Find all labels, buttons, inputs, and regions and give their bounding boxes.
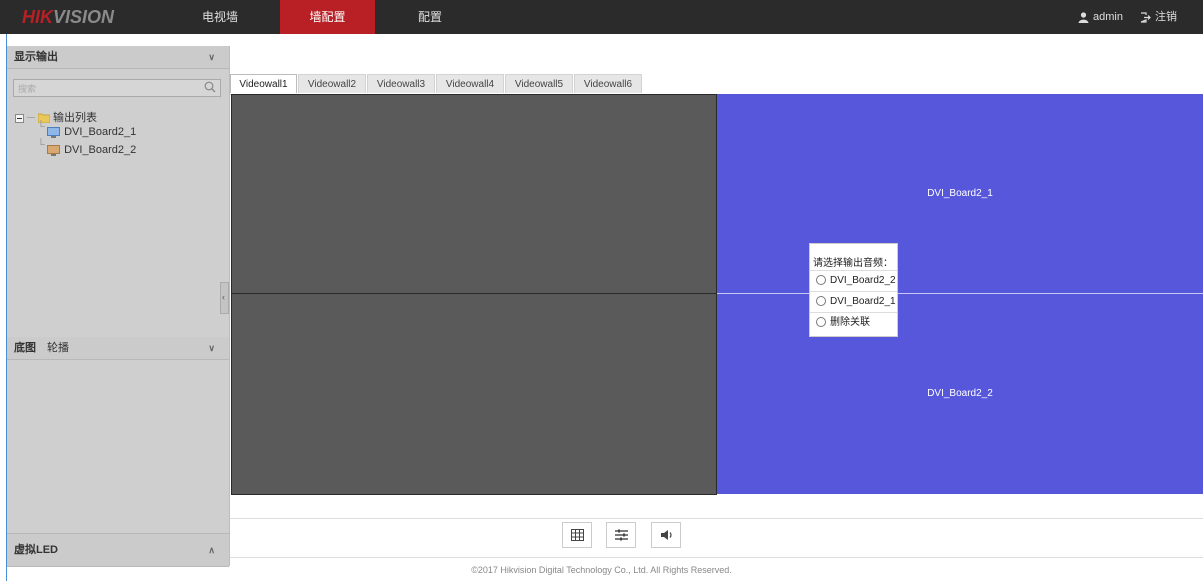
chevron-left-icon[interactable]: ‹ [222,292,225,302]
radio-button[interactable] [816,275,826,286]
output-panel-title: 显示输出 [14,51,58,63]
tab-videowall6[interactable]: Videowall6 [574,74,642,93]
tree-root-label: 输出列表 [52,112,97,124]
audio-option-dvi-board2-2[interactable]: DVI_Board2_2 [810,270,897,291]
tree-root[interactable]: ─ 输出列表 [15,109,97,125]
audio-button[interactable] [651,522,681,548]
output-icon [47,126,60,138]
tab-videowall5[interactable]: Videowall5 [505,74,573,93]
tree-item-label: DVI_Board2_2 [64,144,137,156]
wall-screen-top-right[interactable]: DVI_Board2_1 [717,94,1203,293]
wall-screen-bottom-right[interactable]: DVI_Board2_2 [717,294,1203,494]
radio-button[interactable] [816,296,826,307]
option-label: DVI_Board2_1 [830,296,896,307]
tree-item-dvi-board2-1[interactable]: └ DVI_Board2_1 [37,121,137,138]
nav-wall-config[interactable]: 墙配置 [280,0,375,34]
audio-option-remove-link[interactable]: 删除关联 [810,312,897,333]
grid-icon [571,529,584,541]
logout-icon [1140,11,1151,23]
tab-videowall4[interactable]: Videowall4 [436,74,504,93]
logo-part-1: HIK [22,7,53,27]
copyright-footer: ©2017 Hikvision Digital Technology Co., … [471,565,732,575]
virtual-led-title: 虚拟LED [14,544,58,556]
tab-videowall3[interactable]: Videowall3 [367,74,435,93]
tree-item-dvi-board2-2[interactable]: └ DVI_Board2_2 [37,139,137,156]
nav-tv-wall[interactable]: 电视墙 [190,0,250,34]
settings-button[interactable] [606,522,636,548]
user-icon [1078,11,1089,23]
option-label: 删除关联 [830,317,870,328]
audio-option-dvi-board2-1[interactable]: DVI_Board2_1 [810,291,897,312]
screen-label: DVI_Board2_2 [927,388,993,399]
bottom-toolbar [230,518,1203,558]
option-label: DVI_Board2_2 [830,275,896,286]
top-bar: HIKVISION 电视墙 墙配置 配置 admin 注销 [0,0,1203,34]
virtual-led-panel-header[interactable]: 虚拟LED ∧ [7,533,229,567]
left-edge [0,34,7,581]
background-panel-header[interactable]: 底图 轮播 ∨ [7,337,229,360]
search-icon[interactable] [204,81,216,93]
collapse-icon[interactable] [15,113,24,123]
chevron-down-icon[interactable]: ∨ [208,337,215,359]
audio-select-popup: 请选择输出音频： DVI_Board2_2 DVI_Board2_1 删除关联 [809,243,898,337]
chevron-up-icon[interactable]: ∧ [208,534,215,566]
grid-button[interactable] [562,522,592,548]
nav-config[interactable]: 配置 [405,0,455,34]
tab-videowall2[interactable]: Videowall2 [298,74,366,93]
sidebar: 显示输出 ∨ 搜索 ─ 输出列表 └ DVI_Board2_1 └ DVI_Bo… [7,46,230,567]
output-icon [47,144,60,156]
tab-carousel[interactable]: 轮播 [47,337,69,359]
tab-background[interactable]: 底图 [14,337,36,359]
username: admin [1093,11,1123,23]
wall-screen-top-left[interactable] [231,94,717,294]
wall-screen-bottom-left[interactable] [231,293,717,495]
logout-button[interactable]: 注销 [1140,0,1177,34]
speaker-icon [661,530,672,540]
popup-title: 请选择输出音频： [813,258,893,269]
radio-button[interactable] [816,317,826,328]
output-panel-header[interactable]: 显示输出 ∨ [7,46,229,69]
tree-item-label: DVI_Board2_1 [64,126,137,138]
videowall-tabs: Videowall1 Videowall2 Videowall3 Videowa… [230,74,1203,95]
screen-label: DVI_Board2_1 [927,188,993,199]
sidebar-collapse-handle[interactable]: ‹ [220,282,229,314]
sliders-icon [615,529,628,541]
logout-label: 注销 [1155,11,1177,23]
user-menu[interactable]: admin [1078,0,1123,34]
tab-videowall1[interactable]: Videowall1 [230,74,297,93]
chevron-down-icon[interactable]: ∨ [208,46,215,68]
logo-part-2: VISION [53,7,115,27]
search-input[interactable]: 搜索 [13,79,221,97]
search-placeholder: 搜索 [18,84,37,94]
hikvision-logo: HIKVISION [22,0,114,34]
